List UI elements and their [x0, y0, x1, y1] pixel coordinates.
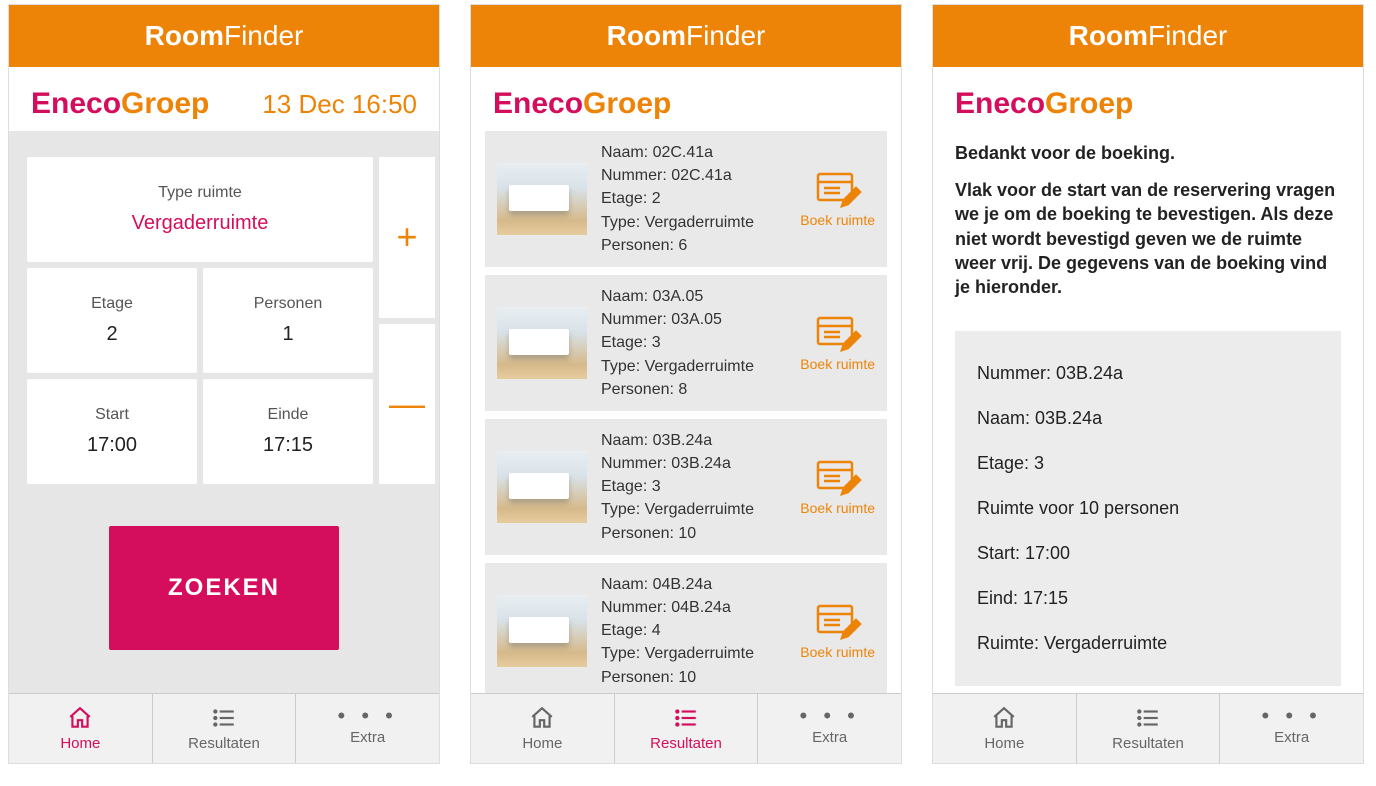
tab-extra[interactable]: • • • Extra — [1220, 694, 1363, 763]
datetime: 13 Dec 16:50 — [262, 89, 417, 120]
einde-label: Einde — [268, 406, 309, 424]
app-title-bold: Room — [145, 20, 224, 52]
conf-naam: Naam: 03B.24a — [977, 396, 1319, 441]
screen-home: RoomFinder EnecoGroep 13 Dec 16:50 Type … — [8, 4, 440, 764]
personen-value: 1 — [282, 323, 293, 346]
result-row: Naam: 02C.41a Nummer: 02C.41a Etage: 2 T… — [485, 131, 887, 267]
dots-icon: • • • — [1262, 711, 1322, 729]
conf-capacity: Ruimte voor 10 personen — [977, 486, 1319, 531]
etage-value: 2 — [106, 323, 117, 346]
etage-selector[interactable]: Etage 2 — [27, 268, 197, 373]
tab-extra[interactable]: • • • Extra — [296, 694, 439, 763]
list-icon — [211, 705, 237, 731]
tab-home[interactable]: Home — [471, 694, 615, 763]
book-icon — [814, 170, 862, 208]
room-info: Naam: 03B.24a Nummer: 03B.24a Etage: 3 T… — [601, 429, 786, 545]
app-titlebar: RoomFinder — [933, 5, 1363, 67]
decrement-button[interactable]: — — [379, 324, 435, 485]
room-type-value: Vergaderruimte — [132, 212, 269, 235]
room-thumbnail — [497, 451, 587, 523]
room-type-label: Type ruimte — [158, 184, 242, 202]
book-icon — [814, 602, 862, 640]
room-type-selector[interactable]: Type ruimte Vergaderruimte — [27, 157, 373, 262]
confirmation-thanks: Bedankt voor de boeking. — [955, 143, 1341, 164]
search-button[interactable]: ZOEKEN — [109, 526, 339, 650]
personen-label: Personen — [254, 295, 323, 313]
room-info: Naam: 02C.41a Nummer: 02C.41a Etage: 2 T… — [601, 141, 786, 257]
book-icon — [814, 458, 862, 496]
dots-icon: • • • — [800, 711, 860, 729]
etage-label: Etage — [91, 295, 133, 313]
plus-icon: + — [396, 216, 417, 258]
confirmation-details: Nummer: 03B.24a Naam: 03B.24a Etage: 3 R… — [955, 331, 1341, 686]
brand-logo: EnecoGroep — [31, 87, 209, 121]
room-thumbnail — [497, 595, 587, 667]
start-value: 17:00 — [87, 434, 137, 457]
end-time-selector[interactable]: Einde 17:15 — [203, 379, 373, 484]
room-thumbnail — [497, 307, 587, 379]
book-room-button[interactable]: Boek ruimte — [800, 314, 875, 372]
conf-start: Start: 17:00 — [977, 531, 1319, 576]
tab-resultaten[interactable]: Resultaten — [615, 694, 759, 763]
tab-bar: Home Resultaten • • • Extra — [9, 693, 439, 763]
room-thumbnail — [497, 163, 587, 235]
result-row: Naam: 03B.24a Nummer: 03B.24a Etage: 3 T… — [485, 419, 887, 555]
result-row: Naam: 03A.05 Nummer: 03A.05 Etage: 3 Typ… — [485, 275, 887, 411]
room-info: Naam: 03A.05 Nummer: 03A.05 Etage: 3 Typ… — [601, 285, 786, 401]
start-label: Start — [95, 406, 129, 424]
list-icon — [673, 705, 699, 731]
app-titlebar: RoomFinder — [9, 5, 439, 67]
book-room-button[interactable]: Boek ruimte — [800, 458, 875, 516]
conf-eind: Eind: 17:15 — [977, 576, 1319, 621]
tab-home[interactable]: Home — [9, 694, 153, 763]
tab-resultaten[interactable]: Resultaten — [1077, 694, 1221, 763]
results-list[interactable]: Naam: 02C.41a Nummer: 02C.41a Etage: 2 T… — [471, 131, 901, 693]
tab-extra[interactable]: • • • Extra — [758, 694, 901, 763]
conf-ruimte: Ruimte: Vergaderruimte — [977, 621, 1319, 666]
screen-confirmation: RoomFinder EnecoGroep Bedankt voor de bo… — [932, 4, 1364, 764]
personen-selector[interactable]: Personen 1 — [203, 268, 373, 373]
conf-etage: Etage: 3 — [977, 441, 1319, 486]
brand-logo: EnecoGroep — [493, 87, 671, 121]
app-titlebar: RoomFinder — [471, 5, 901, 67]
result-row: Naam: 04B.24a Nummer: 04B.24a Etage: 4 T… — [485, 563, 887, 693]
screen-results: RoomFinder EnecoGroep Naam: 02C.41a Numm… — [470, 4, 902, 764]
increment-button[interactable]: + — [379, 157, 435, 318]
room-info: Naam: 04B.24a Nummer: 04B.24a Etage: 4 T… — [601, 573, 786, 689]
einde-value: 17:15 — [263, 434, 313, 457]
app-title-thin: Finder — [224, 20, 303, 52]
start-time-selector[interactable]: Start 17:00 — [27, 379, 197, 484]
book-icon — [814, 314, 862, 352]
brand-logo: EnecoGroep — [955, 87, 1133, 121]
home-icon — [991, 705, 1017, 731]
minus-icon: — — [389, 383, 425, 425]
book-room-button[interactable]: Boek ruimte — [800, 602, 875, 660]
tab-bar: Home Resultaten • • • Extra — [933, 693, 1363, 763]
tab-bar: Home Resultaten • • • Extra — [471, 693, 901, 763]
tab-resultaten[interactable]: Resultaten — [153, 694, 297, 763]
dots-icon: • • • — [338, 711, 398, 729]
home-icon — [67, 705, 93, 731]
tab-home[interactable]: Home — [933, 694, 1077, 763]
book-room-button[interactable]: Boek ruimte — [800, 170, 875, 228]
list-icon — [1135, 705, 1161, 731]
home-icon — [529, 705, 555, 731]
confirmation-message: Vlak voor de start van de reservering vr… — [955, 178, 1341, 299]
conf-nummer: Nummer: 03B.24a — [977, 351, 1319, 396]
